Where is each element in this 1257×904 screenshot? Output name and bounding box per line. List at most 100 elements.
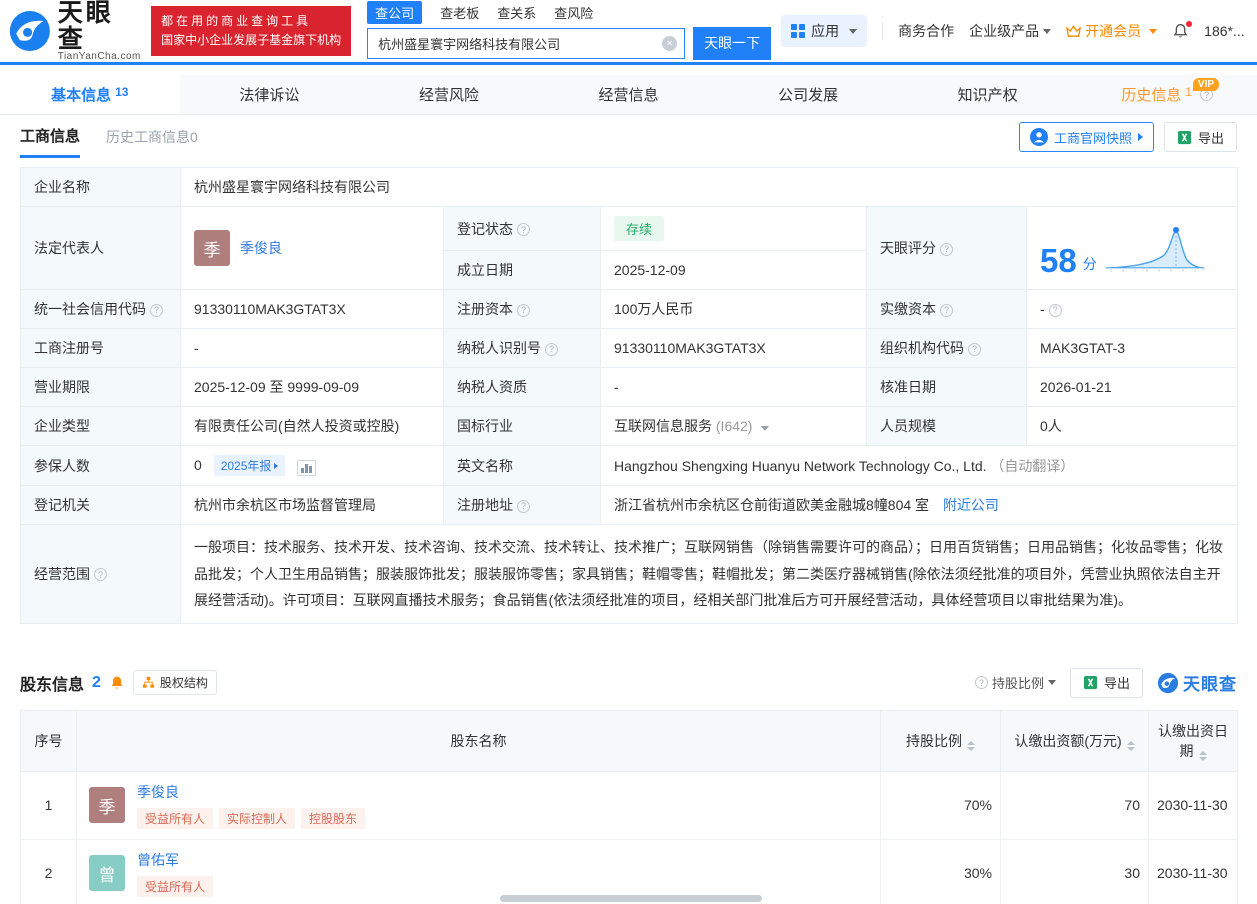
tianyancha-logo-icon (1157, 672, 1179, 693)
ratio-filter-dropdown[interactable]: 持股比例 (974, 673, 1056, 692)
search-block: 查公司 查老板 查关系 查风险 天眼一下 (367, 1, 772, 60)
legal-rep-avatar[interactable]: 季 (194, 230, 230, 266)
search-button[interactable]: 天眼一下 (693, 26, 772, 60)
shareholder-link[interactable]: 曾佑军 (137, 850, 213, 870)
help-icon[interactable] (517, 499, 530, 513)
tab-legal-litigation[interactable]: 法律诉讼 (180, 75, 360, 114)
reg-number-value: - (180, 328, 444, 368)
approved-date-label: 核准日期 (866, 367, 1027, 407)
search-tab-risk[interactable]: 查风险 (554, 3, 593, 22)
company-name-label: 企业名称 (20, 167, 181, 207)
search-tab-company[interactable]: 查公司 (367, 1, 423, 24)
menu-open-vip[interactable]: 开通会员 (1066, 21, 1158, 41)
divider (882, 22, 884, 40)
help-icon (974, 676, 988, 690)
shareholder-link[interactable]: 季俊良 (137, 782, 365, 802)
shareholder-avatar[interactable]: 曾 (89, 855, 125, 892)
notification-bell-icon[interactable] (1172, 20, 1193, 40)
crown-icon (1066, 25, 1082, 37)
help-icon[interactable] (940, 242, 953, 256)
help-icon[interactable] (517, 303, 530, 317)
col-amount-sort[interactable]: 认缴出资额(万元) (1000, 709, 1149, 772)
credit-code-value: 91330110MAK3GTAT3X (180, 289, 444, 329)
sort-icon (967, 740, 975, 751)
shareholder-tag: 受益所有人 (137, 875, 214, 897)
help-icon[interactable] (545, 342, 558, 356)
legal-rep-link[interactable]: 季俊良 (240, 238, 282, 258)
help-icon[interactable] (968, 342, 981, 356)
tab-label: 经营风险 (418, 87, 479, 104)
industry-label: 国标行业 (443, 406, 601, 446)
search-input[interactable] (367, 27, 686, 59)
tab-label: 法律诉讼 (239, 87, 300, 104)
score-distribution-chart (1104, 227, 1205, 272)
annual-report-tag[interactable]: 2025年报 (213, 455, 286, 476)
status-badge: 存续 (614, 216, 665, 241)
clear-search-icon[interactable] (662, 35, 678, 51)
scope-value: 一般项目：技术服务、技术开发、技术咨询、技术交流、技术转让、技术推广；互联网销售… (179, 524, 1239, 624)
equity-structure-button[interactable]: 股权结构 (132, 670, 217, 696)
tab-operation-risk[interactable]: 经营风险 (359, 75, 539, 114)
score-label: 天眼评分 (866, 206, 1027, 290)
subtab-business-info[interactable]: 工商信息 (20, 125, 81, 158)
horizontal-scrollbar[interactable] (0, 895, 1257, 904)
table-row: 1 季 季俊良 受益所有人 实际控制人 控股股东 70% 70 2030-11-… (20, 770, 1238, 840)
brand-domain: TianYanCha.com (57, 51, 141, 62)
subtab-history-business-info[interactable]: 历史工商信息0 (106, 127, 198, 147)
apps-menu[interactable]: 应用 (781, 15, 868, 47)
established-label: 成立日期 (443, 250, 601, 290)
watermark-text: 天眼查 (1183, 675, 1237, 695)
insured-label: 参保人数 (20, 445, 181, 486)
tab-intellectual-property[interactable]: 知识产权 (898, 75, 1078, 114)
chevron-down-icon (1043, 28, 1052, 34)
chevron-down-icon[interactable] (761, 426, 770, 431)
business-term-label: 营业期限 (20, 367, 181, 407)
paid-capital-value: - (1025, 289, 1239, 329)
authority-value: 杭州市余杭区市场监督管理局 (180, 485, 444, 525)
scrollbar-thumb[interactable] (500, 895, 762, 902)
help-icon[interactable] (94, 568, 107, 582)
row-no: 1 (20, 770, 77, 840)
help-icon[interactable] (940, 303, 953, 317)
paid-capital-label: 实缴资本 (866, 289, 1027, 329)
date-value: 2030-11-30 (1148, 770, 1238, 840)
trend-chart-icon[interactable] (297, 460, 317, 476)
help-icon[interactable] (517, 223, 530, 236)
shareholders-export-button[interactable]: 导出 (1069, 667, 1143, 698)
official-snapshot-button[interactable]: 工商官网快照 (1018, 122, 1154, 152)
search-tab-relation[interactable]: 查关系 (497, 3, 536, 22)
nearby-companies-link[interactable]: 附近公司 (943, 497, 999, 513)
user-account[interactable]: 186*... (1204, 23, 1244, 39)
export-button[interactable]: 导出 (1163, 122, 1237, 152)
tab-operation-info[interactable]: 经营信息 (539, 75, 719, 114)
company-name-value: 杭州盛星寰宇网络科技有限公司 (179, 167, 1239, 207)
english-name-value: Hangzhou Shengxing Huanyu Network Techno… (614, 457, 987, 474)
shareholder-tag: 受益所有人 (137, 807, 214, 829)
tab-basic-info[interactable]: 基本信息 13 (0, 75, 180, 114)
subscribe-bell-icon[interactable] (109, 675, 125, 691)
tab-label: 知识产权 (957, 87, 1018, 104)
company-nav-tabs: 基本信息 13 法律诉讼 经营风险 经营信息 公司发展 知识产权 VIP 历史信… (0, 75, 1257, 115)
export-label: 导出 (1197, 130, 1224, 146)
enterprise-label: 企业级产品 (969, 23, 1040, 39)
structure-label: 股权结构 (159, 676, 208, 691)
shareholders-table: 序号 股东名称 持股比例 认缴出资额(万元) 认缴出资日期 1 季 季俊良 受益… (20, 709, 1238, 904)
industry-value[interactable]: 互联网信息服务 (I642) (600, 406, 867, 446)
tab-count: 13 (115, 84, 129, 99)
address-cell: 浙江省杭州市余杭区仓前街道欧美金融城8幢804 室 附近公司 (599, 485, 1239, 525)
search-tab-boss[interactable]: 查老板 (440, 3, 479, 22)
menu-enterprise-products[interactable]: 企业级产品 (969, 21, 1052, 41)
tianyancha-logo[interactable]: 天眼查 TianYanCha.com (8, 0, 141, 63)
help-icon[interactable] (150, 303, 163, 317)
help-icon[interactable] (1048, 303, 1062, 317)
menu-business-cooperation[interactable]: 商务合作 (898, 21, 954, 41)
business-info-table: 企业名称 杭州盛星寰宇网络科技有限公司 法定代表人 季 季俊良 登记状态 存续 … (20, 167, 1239, 624)
tab-history-info[interactable]: VIP 历史信息 1 (1077, 75, 1257, 114)
shareholder-avatar[interactable]: 季 (89, 787, 125, 824)
tab-company-development[interactable]: 公司发展 (718, 75, 898, 114)
staff-size-label: 人员规模 (866, 406, 1027, 446)
col-ratio-sort[interactable]: 持股比例 (880, 709, 1001, 772)
col-date-sort[interactable]: 认缴出资日期 (1148, 709, 1238, 772)
company-type-label: 企业类型 (20, 406, 181, 446)
taxpayer-qual-label: 纳税人资质 (443, 367, 601, 407)
